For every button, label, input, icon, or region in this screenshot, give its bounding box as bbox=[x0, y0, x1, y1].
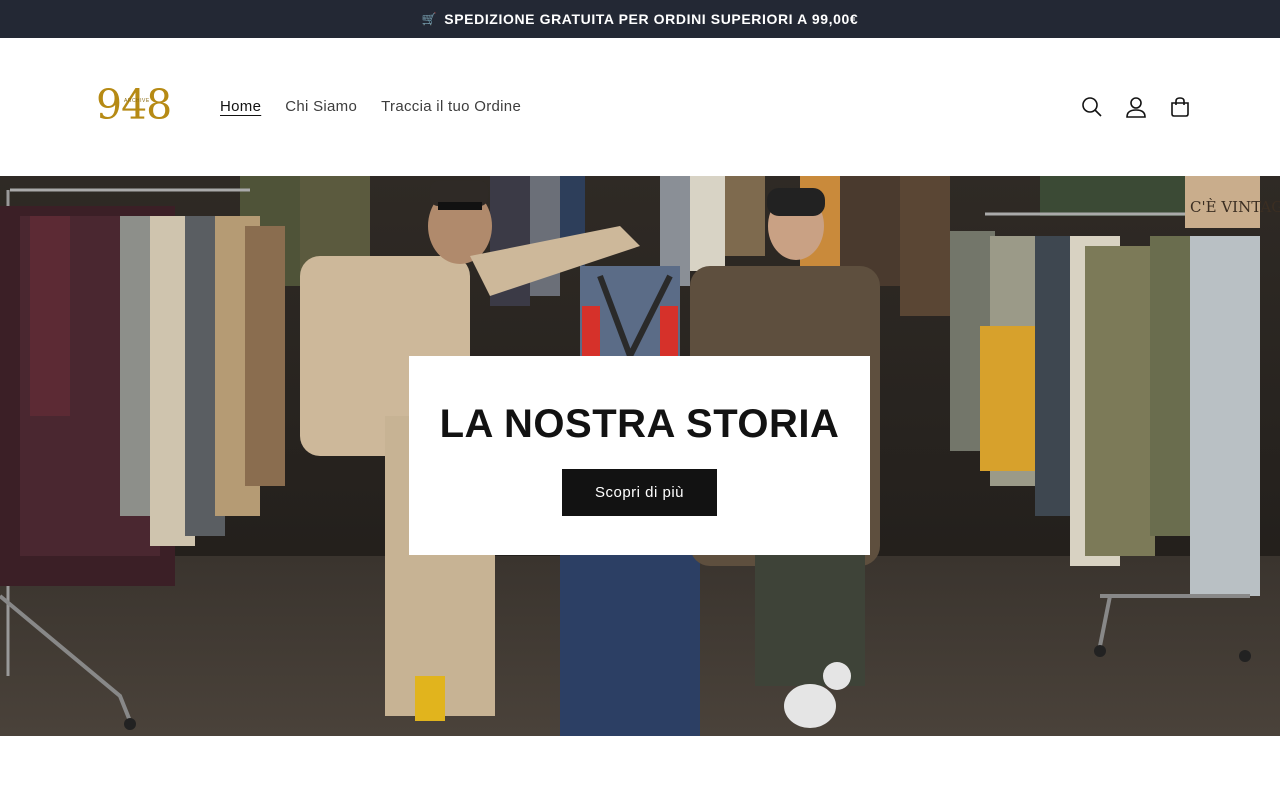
hero-overlay-card: LA NOSTRA STORIA Scopri di più bbox=[409, 356, 870, 555]
main-nav: Home Chi Siamo Traccia il tuo Ordine bbox=[220, 98, 545, 115]
page-content-start bbox=[0, 736, 1280, 800]
site-header: 948 ARCHIVE Home Chi Siamo Traccia il tu… bbox=[0, 38, 1280, 176]
nav-item-home[interactable]: Home bbox=[220, 98, 261, 115]
header-icons bbox=[1078, 93, 1210, 121]
hero-banner: C'È VINTAGE LA NOSTRA STORIA Scopri di p… bbox=[0, 176, 1280, 736]
nav-item-traccia-ordine[interactable]: Traccia il tuo Ordine bbox=[381, 98, 521, 115]
hero-title: LA NOSTRA STORIA bbox=[439, 402, 840, 446]
vintage-sign-text: C'È VINTAGE bbox=[1190, 198, 1280, 216]
account-icon bbox=[1126, 97, 1146, 118]
search-button[interactable] bbox=[1078, 93, 1106, 121]
nav-item-chi-siamo[interactable]: Chi Siamo bbox=[285, 98, 357, 115]
cart-button[interactable] bbox=[1166, 93, 1194, 121]
account-button[interactable] bbox=[1122, 93, 1150, 121]
announcement-bar: 🛒 SPEDIZIONE GRATUITA PER ORDINI SUPERIO… bbox=[0, 0, 1280, 38]
search-icon bbox=[1082, 97, 1102, 117]
discover-more-button[interactable]: Scopri di più bbox=[562, 469, 717, 516]
cart-icon bbox=[1171, 97, 1189, 117]
logo-subtext: ARCHIVE bbox=[124, 98, 150, 104]
store-logo[interactable]: 948 ARCHIVE bbox=[96, 82, 178, 128]
shopping-cart-icon: 🛒 bbox=[421, 12, 438, 26]
logo-text: 948 bbox=[96, 81, 172, 129]
announcement-text: SPEDIZIONE GRATUITA PER ORDINI SUPERIORI… bbox=[444, 11, 859, 27]
